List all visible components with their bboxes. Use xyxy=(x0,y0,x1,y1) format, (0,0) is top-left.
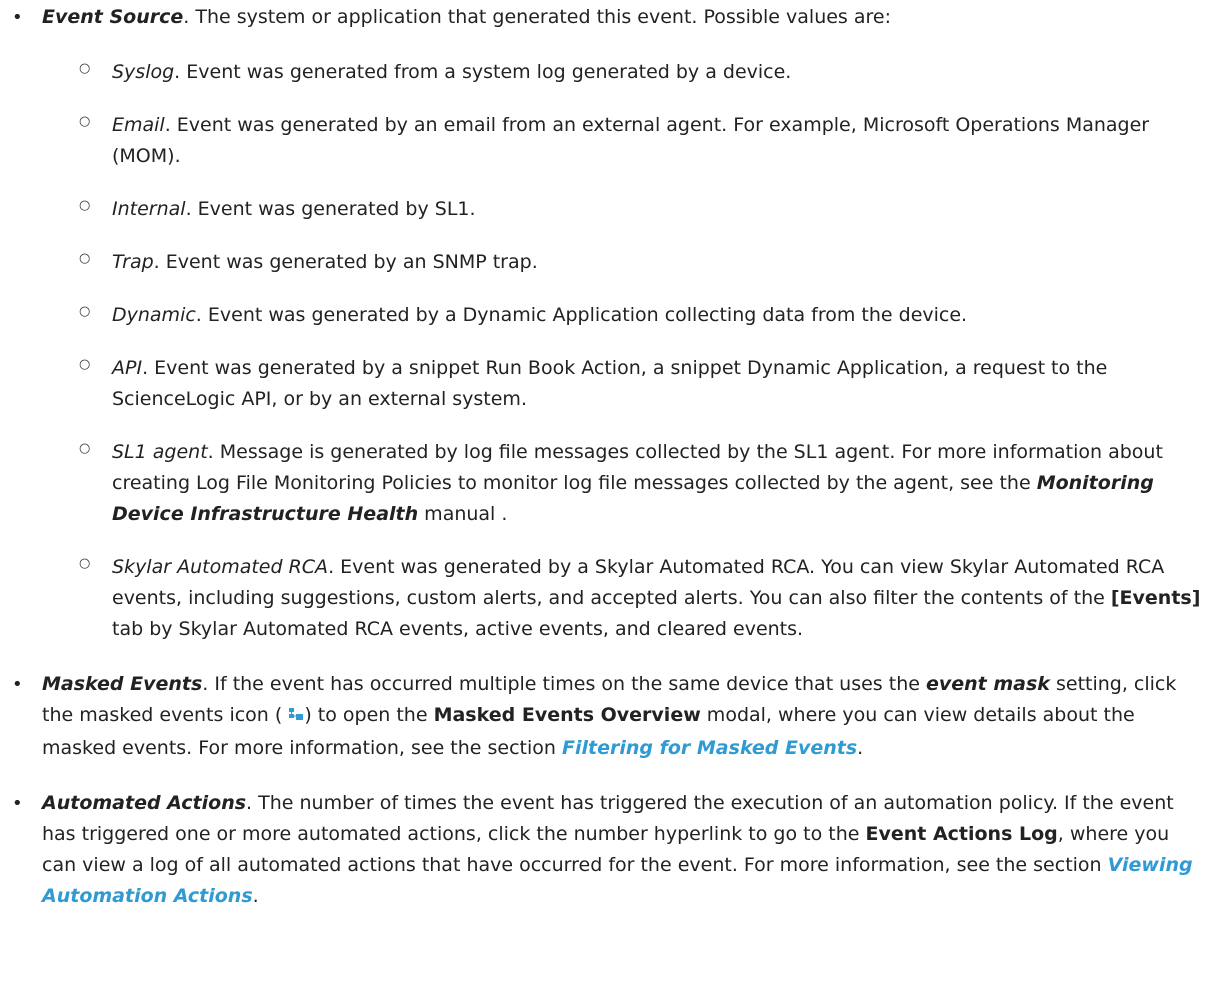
term-sl1-agent: SL1 agent xyxy=(112,441,208,463)
masked-events-text-5: . xyxy=(857,737,864,759)
circle-bullet: ○ xyxy=(79,251,91,266)
sub-item-dynamic: ○ Dynamic. Event was generated by a Dyna… xyxy=(0,300,1201,331)
masked-events-icon xyxy=(288,702,304,733)
term-event-source: Event Source xyxy=(42,6,184,28)
api-desc: . Event was generated by a snippet Run B… xyxy=(112,357,1108,410)
sub-item-skylar: ○ Skylar Automated RCA. Event was genera… xyxy=(0,552,1201,645)
sl1-agent-desc-end: manual . xyxy=(418,503,508,525)
sub-item-trap: ○ Trap. Event was generated by an SNMP t… xyxy=(0,247,1201,278)
syslog-desc: . Event was generated from a system log … xyxy=(174,61,792,83)
term-trap: Trap xyxy=(112,251,154,273)
bullet: • xyxy=(12,793,23,814)
event-mask-term: event mask xyxy=(925,673,1050,695)
term-email: Email xyxy=(112,114,165,136)
sub-item-email: ○ Email. Event was generated by an email… xyxy=(0,110,1201,172)
link-filtering-masked-events[interactable]: Filtering for Masked Events xyxy=(562,737,857,759)
dynamic-desc: . Event was generated by a Dynamic Appli… xyxy=(195,304,968,326)
circle-bullet: ○ xyxy=(79,357,91,372)
sl1-agent-desc: . Message is generated by log file messa… xyxy=(112,441,1163,494)
internal-desc: . Event was generated by SL1. xyxy=(185,198,476,220)
sub-item-syslog: ○ Syslog. Event was generated from a sys… xyxy=(0,57,1201,88)
term-dynamic: Dynamic xyxy=(112,304,196,326)
masked-events-text-3: ) to open the xyxy=(304,704,434,726)
list-item-automated-actions: • Automated Actions. The number of times… xyxy=(0,788,1201,912)
term-skylar: Skylar Automated RCA xyxy=(112,556,329,578)
event-source-desc: . The system or application that generat… xyxy=(183,6,891,28)
sub-item-api: ○ API. Event was generated by a snippet … xyxy=(0,353,1201,415)
events-tab-ref: [Events] xyxy=(1110,587,1201,609)
circle-bullet: ○ xyxy=(79,198,91,213)
sub-item-internal: ○ Internal. Event was generated by SL1. xyxy=(0,194,1201,225)
bullet: • xyxy=(12,674,23,695)
term-internal: Internal xyxy=(112,198,186,220)
circle-bullet: ○ xyxy=(79,114,91,129)
event-actions-log: Event Actions Log xyxy=(865,823,1058,845)
term-masked-events: Masked Events xyxy=(42,673,203,695)
list-item-masked-events: • Masked Events. If the event has occurr… xyxy=(0,669,1201,764)
modal-name: Masked Events Overview xyxy=(433,704,701,726)
circle-bullet: ○ xyxy=(79,304,91,319)
circle-bullet: ○ xyxy=(79,441,91,456)
sub-item-sl1-agent: ○ SL1 agent. Message is generated by log… xyxy=(0,437,1201,530)
term-automated-actions: Automated Actions xyxy=(42,792,247,814)
circle-bullet: ○ xyxy=(79,61,91,76)
circle-bullet: ○ xyxy=(79,556,91,571)
bullet: • xyxy=(12,7,23,28)
skylar-desc-end: tab by Skylar Automated RCA events, acti… xyxy=(112,618,804,640)
list-item-event-source: • Event Source. The system or applicatio… xyxy=(0,2,1201,33)
automated-actions-text-3: . xyxy=(252,885,259,907)
term-syslog: Syslog xyxy=(112,61,175,83)
masked-events-text-1: . If the event has occurred multiple tim… xyxy=(202,673,926,695)
email-desc: . Event was generated by an email from a… xyxy=(112,114,1150,167)
term-api: API xyxy=(112,357,143,379)
document-page: • Event Source. The system or applicatio… xyxy=(0,2,1221,912)
trap-desc: . Event was generated by an SNMP trap. xyxy=(153,251,538,273)
